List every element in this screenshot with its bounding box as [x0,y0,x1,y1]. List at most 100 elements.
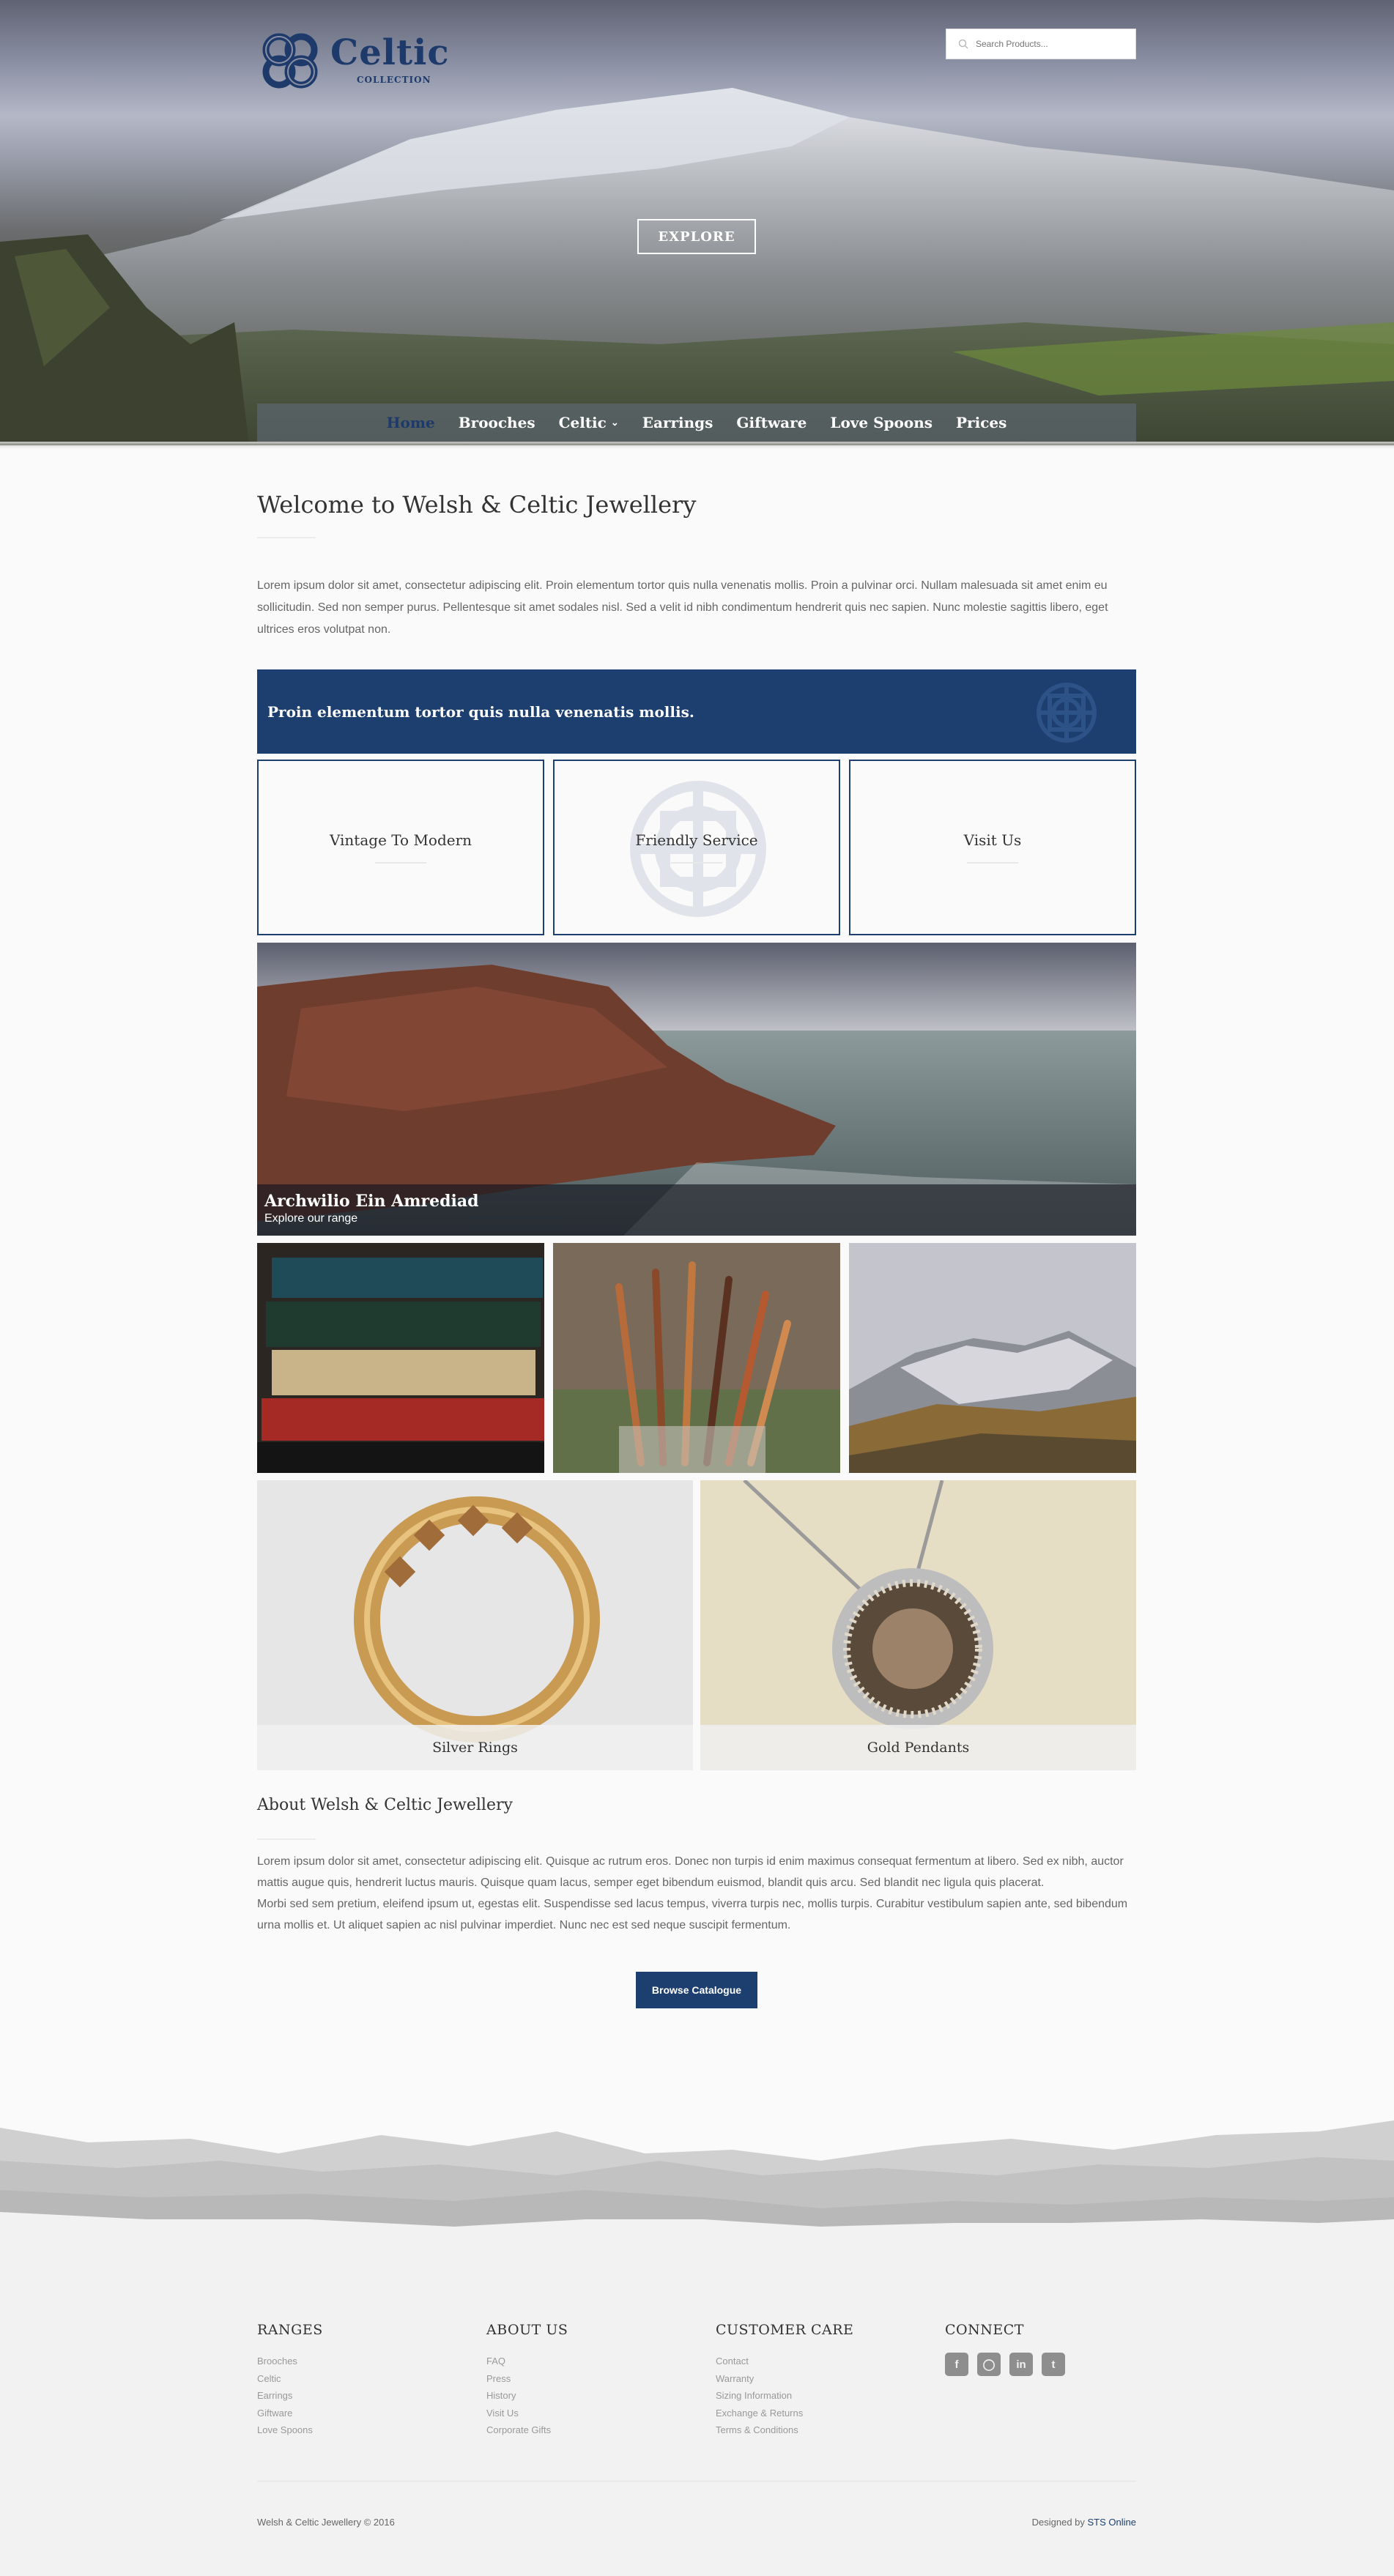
title-underline [257,1838,316,1840]
footer-link[interactable]: Brooches [257,2353,323,2370]
feature-box-vintage[interactable]: Vintage To Modern [257,760,544,935]
product-tile-pendants[interactable]: Gold Pendants [700,1480,1136,1770]
footer-link[interactable]: Earrings [257,2387,323,2405]
nav-label: Love Spoons [830,414,933,431]
about-paragraph: Morbi sed sem pretium, eleifend ipsum ut… [257,1898,1128,1931]
about-title: About Welsh & Celtic Jewellery [257,1796,513,1814]
designed-by: Designed by STS Online [1032,2517,1136,2528]
feature-box-divider [967,862,1018,864]
nav-label: Home [386,414,435,431]
books-image [257,1243,544,1473]
site-logo[interactable]: Celtic COLLECTION [257,28,455,94]
footer-link[interactable]: Giftware [257,2405,323,2422]
main-nav: Home Brooches Celtic ⌄ Earrings Giftware … [257,404,1136,442]
page-title: Welcome to Welsh & Celtic Jewellery [257,491,697,519]
copyright-text: Welsh & Celtic Jewellery © 2016 [257,2517,395,2528]
intro-text: Lorem ipsum dolor sit amet, consectetur … [257,579,1108,636]
promo-banner: Proin elementum tortor quis nulla venena… [257,669,1136,754]
feature-box-divider [671,862,722,864]
feature-box-label: Vintage To Modern [329,831,472,849]
nav-item-home[interactable]: Home [375,414,447,431]
search-icon [958,39,968,49]
instagram-icon[interactable]: ◯ [977,2353,1001,2376]
feature-box-visit[interactable]: Visit Us [849,760,1136,935]
logo-title: Celtic [330,32,450,73]
mountains-image [849,1243,1136,1473]
twitter-icon[interactable]: t [1042,2353,1065,2376]
feature-box-divider [375,862,426,864]
nav-item-giftware[interactable]: Giftware [724,414,818,431]
gallery-tile-mountains[interactable] [849,1243,1136,1473]
chevron-down-icon: ⌄ [610,417,619,428]
title-underline [257,537,316,538]
linkedin-icon[interactable]: in [1009,2353,1033,2376]
nav-label: Prices [956,414,1007,431]
product-label: Gold Pendants [700,1725,1136,1770]
feature-image-coast[interactable]: Archwilio Ein Amrediad Explore our range [257,943,1136,1236]
product-label: Silver Rings [257,1725,693,1770]
footer-link[interactable]: Corporate Gifts [486,2421,568,2439]
nav-label: Celtic [558,414,607,431]
designed-by-prefix: Designed by [1031,2517,1088,2528]
footer-col-customer-care: CUSTOMER CARE Contact Warranty Sizing In… [716,2322,853,2439]
search-box[interactable] [946,29,1136,59]
feature-caption: Archwilio Ein Amrediad Explore our range [257,1184,1136,1236]
feature-box-service[interactable]: Friendly Service [553,760,840,935]
footer-link[interactable]: Contact [716,2353,853,2370]
nav-item-brooches[interactable]: Brooches [447,414,547,431]
footer-link[interactable]: Sizing Information [716,2387,853,2405]
nav-label: Earrings [642,414,713,431]
nav-item-love-spoons[interactable]: Love Spoons [818,414,944,431]
footer-divider [257,2481,1136,2482]
footer-link[interactable]: Exchange & Returns [716,2405,853,2422]
footer-heading: CONNECT [945,2322,1024,2338]
footer-link[interactable]: FAQ [486,2353,568,2370]
nav-label: Giftware [736,414,807,431]
nav-item-earrings[interactable]: Earrings [631,414,725,431]
footer-heading: ABOUT US [486,2322,568,2338]
celtic-knot-icon [262,33,318,89]
about-paragraph: Lorem ipsum dolor sit amet, consectetur … [257,1855,1124,1889]
product-row: Silver Rings Gold Pendants [257,1480,1136,1770]
nav-item-prices[interactable]: Prices [944,414,1018,431]
footer-col-ranges: RANGES Brooches Celtic Earrings Giftware… [257,2322,323,2439]
footer-link[interactable]: Celtic [257,2370,323,2388]
about-text: Lorem ipsum dolor sit amet, consectetur … [257,1851,1136,1936]
hero-section: Celtic COLLECTION EXPLORE Home Brooches … [0,0,1394,445]
footer-link[interactable]: Press [486,2370,568,2388]
product-tile-rings[interactable]: Silver Rings [257,1480,693,1770]
footer-link[interactable]: History [486,2387,568,2405]
gallery-tile-books[interactable] [257,1243,544,1473]
feature-subtitle: Explore our range [264,1212,358,1225]
footer-link[interactable]: Warranty [716,2370,853,2388]
footer-link[interactable]: Love Spoons [257,2421,323,2439]
footer-heading: RANGES [257,2322,323,2338]
nav-label: Brooches [458,414,535,431]
hero-shadow [0,442,1394,449]
facebook-icon[interactable]: f [945,2353,968,2376]
feature-boxes: Vintage To Modern Friendly Service Visit… [257,760,1136,935]
footer-heading: CUSTOMER CARE [716,2322,854,2338]
browse-catalogue-button[interactable]: Browse Catalogue [636,1972,757,2008]
footer-link[interactable]: Terms & Conditions [716,2421,853,2439]
footer-col-about: ABOUT US FAQ Press History Visit Us Corp… [486,2322,568,2439]
feature-title: Archwilio Ein Amrediad [264,1192,479,1211]
celtic-knot-icon [630,781,766,917]
footer-mountains [0,2120,1394,2256]
nav-item-celtic[interactable]: Celtic ⌄ [547,414,631,431]
logo-subtitle: COLLECTION [357,75,431,85]
explore-button[interactable]: EXPLORE [637,219,756,254]
celtic-knot-icon [1037,683,1097,743]
feature-box-label: Visit Us [963,831,1022,849]
feature-box-label: Friendly Service [635,831,758,849]
footer-link[interactable]: Visit Us [486,2405,568,2422]
search-input[interactable] [976,39,1122,49]
site-footer: RANGES Brooches Celtic Earrings Giftware… [0,2241,1394,2576]
brushes-image [553,1243,840,1473]
banner-text: Proin elementum tortor quis nulla venena… [267,702,694,721]
footer-col-connect: CONNECT f ◯ in t [945,2322,1065,2376]
gallery-row [257,1243,1136,1473]
gallery-tile-brushes[interactable] [553,1243,840,1473]
social-icons: f ◯ in t [945,2353,1065,2376]
designer-link[interactable]: STS Online [1088,2517,1136,2528]
